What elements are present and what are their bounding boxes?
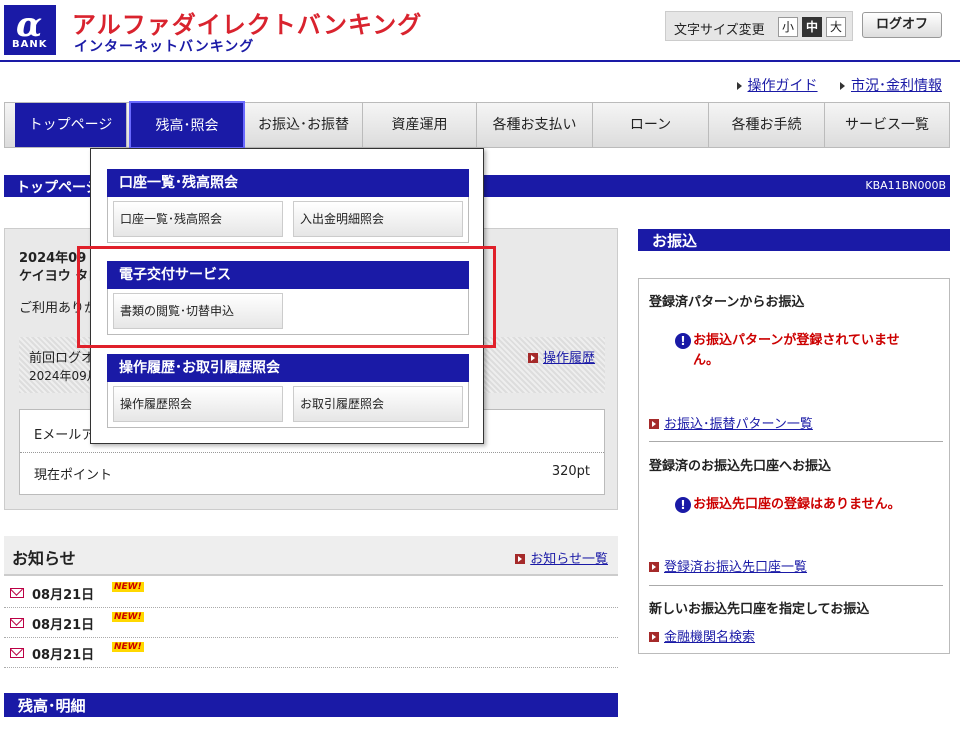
last-login-value: 2024年09月 — [29, 369, 99, 383]
new-badge: NEW! — [112, 642, 144, 652]
link-arrow-icon — [649, 419, 659, 429]
font-size-label: 文字サイズ変更 — [674, 23, 765, 38]
divider — [20, 452, 604, 453]
font-size-small-button[interactable]: 小 — [778, 17, 798, 37]
link-arrow-icon — [649, 562, 659, 572]
points-label: 現在ポイント — [34, 468, 113, 483]
dropdown-section-body: 操作履歴照会 お取引履歴照会 — [107, 382, 469, 428]
header: α BANK アルファダイレクトバンキング インターネットバンキング 文字サイズ… — [0, 0, 960, 62]
news-list-link[interactable]: お知らせ一覧 — [530, 552, 608, 567]
nav-top-page[interactable]: トップページ — [15, 103, 127, 147]
points-value: 320pt — [551, 464, 590, 479]
guide-link[interactable]: 操作ガイド — [748, 78, 818, 94]
news-date: 08月21日 — [32, 618, 95, 633]
dest-list-link[interactable]: 登録済お振込先口座一覧 — [664, 560, 807, 575]
arrow-right-icon — [736, 82, 742, 90]
nav-service-list[interactable]: サービス一覧 — [825, 103, 949, 147]
dropdown-section-history: 操作履歴･お取引履歴照会 — [107, 354, 469, 382]
dropdown-section-body: 書類の閲覧･切替申込 — [107, 289, 469, 335]
registered-dest-heading: 登録済のお振込先口座へお振込 — [649, 459, 832, 474]
news-title: お知らせ — [12, 549, 76, 568]
nav-procedures[interactable]: 各種お手続 — [709, 103, 825, 147]
screen-id: KBA11BN000B — [865, 179, 946, 192]
news-item[interactable]: 08月21日 NEW! — [4, 578, 618, 608]
menu-item-trade-history[interactable]: お取引履歴照会 — [293, 386, 463, 422]
menu-item-operation-history[interactable]: 操作履歴照会 — [113, 386, 283, 422]
new-badge: NEW! — [112, 582, 144, 592]
mail-icon — [10, 618, 24, 628]
nav-transfer[interactable]: お振込･お振替 — [245, 103, 363, 147]
dropdown-section-e-delivery: 電子交付サービス — [107, 261, 469, 289]
dropdown-section-account: 口座一覧･残高照会 — [107, 169, 469, 197]
bank-logo-icon: α BANK — [4, 5, 56, 55]
news-date: 08月21日 — [32, 588, 95, 603]
font-size-medium-button[interactable]: 中 — [802, 17, 822, 37]
balance-title: 残高･明細 — [18, 697, 86, 715]
news-item[interactable]: 08月21日 NEW! — [4, 638, 618, 668]
operation-history-link[interactable]: 操作履歴 — [543, 351, 595, 366]
global-nav: トップページ 残高･照会 お振込･お振替 資産運用 各種お支払い ローン 各種お… — [4, 101, 950, 149]
welcome-date: 2024年09 — [19, 251, 87, 266]
balance-inquiry-dropdown: 口座一覧･残高照会 口座一覧･残高照会 入出金明細照会 電子交付サービス 書類の… — [90, 148, 484, 444]
mail-icon — [10, 648, 24, 658]
warning-icon: ! — [675, 497, 691, 513]
transfer-title: お振込 — [652, 232, 698, 250]
site-title: アルファダイレクトバンキング — [72, 11, 423, 39]
logoff-button[interactable]: ログオフ — [862, 12, 942, 38]
transfer-panel: 登録済パターンからお振込 ! お振込パターンが登録されていません。 お振込･振替… — [638, 278, 950, 654]
pattern-heading: 登録済パターンからお振込 — [649, 295, 805, 310]
link-arrow-icon — [527, 353, 538, 363]
dropdown-section-body: 口座一覧･残高照会 入出金明細照会 — [107, 197, 469, 243]
link-arrow-icon — [649, 632, 659, 642]
nav-asset-management[interactable]: 資産運用 — [363, 103, 477, 147]
welcome-message: ご利用ありが — [19, 301, 98, 316]
market-info-link[interactable]: 市況･金利情報 — [851, 78, 942, 94]
email-label: Eメールア — [34, 428, 95, 443]
arrow-right-icon — [840, 82, 845, 90]
logo-bank-text: BANK — [12, 39, 48, 50]
nav-payments[interactable]: 各種お支払い — [477, 103, 593, 147]
utility-links: 操作ガイド 市況･金利情報 — [719, 75, 942, 95]
font-size-switcher: 文字サイズ変更 小 中 大 — [665, 11, 853, 41]
menu-item-account-list[interactable]: 口座一覧･残高照会 — [113, 201, 283, 237]
news-date: 08月21日 — [32, 648, 95, 663]
pattern-warning: お振込パターンが登録されていません。 — [693, 333, 900, 368]
divider — [649, 585, 943, 586]
balance-section-header: 残高･明細 — [4, 693, 618, 717]
font-size-large-button[interactable]: 大 — [826, 17, 846, 37]
last-login-label: 前回ログオ — [29, 351, 95, 366]
new-dest-heading: 新しいお振込先口座を指定してお振込 — [649, 602, 870, 617]
menu-item-transaction-details[interactable]: 入出金明細照会 — [293, 201, 463, 237]
pattern-list-link[interactable]: お振込･振替パターン一覧 — [664, 417, 813, 432]
nav-loan[interactable]: ローン — [593, 103, 709, 147]
site-subtitle: インターネットバンキング — [74, 39, 255, 55]
page-title: トップページ — [16, 180, 100, 196]
transfer-section-header: お振込 — [638, 229, 950, 251]
bank-search-link[interactable]: 金融機関名検索 — [664, 630, 755, 645]
news-item[interactable]: 08月21日 NEW! — [4, 608, 618, 638]
warning-icon: ! — [675, 333, 691, 349]
link-arrow-icon — [515, 554, 526, 564]
new-badge: NEW! — [112, 612, 144, 622]
dest-warning: お振込先口座の登録はありません。 — [693, 497, 901, 512]
menu-item-document-view[interactable]: 書類の閲覧･切替申込 — [113, 293, 283, 329]
mail-icon — [10, 588, 24, 598]
divider — [649, 441, 943, 442]
nav-balance-inquiry[interactable]: 残高･照会 — [129, 101, 245, 149]
news-header: お知らせ お知らせ一覧 — [4, 536, 618, 576]
